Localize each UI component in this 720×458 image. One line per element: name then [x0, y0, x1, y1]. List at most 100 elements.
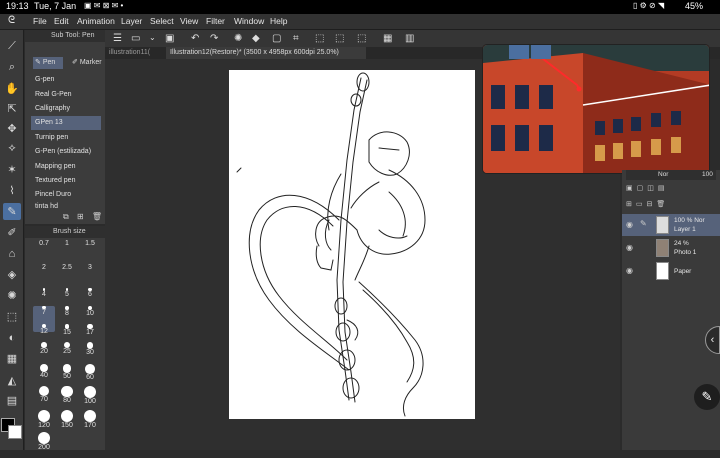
brush-size-dot	[38, 432, 50, 444]
hamburger-menu-icon[interactable]: ☰	[113, 33, 122, 44]
subtool-item[interactable]: Pincel Duro	[31, 188, 101, 202]
hand-icon[interactable]: ✋	[3, 80, 21, 97]
layer-row-layer1[interactable]: ◉ ✎ 100 % Nor Layer 1	[622, 214, 720, 236]
blend-mode-label[interactable]: Nor	[658, 171, 668, 178]
visibility-eye-icon[interactable]: ◉	[626, 243, 633, 252]
subtool-item[interactable]: Turnip pen	[31, 131, 101, 145]
lasso-icon[interactable]: ⟡	[3, 140, 21, 157]
menu-select[interactable]: Select	[150, 16, 174, 26]
brush-size-option[interactable]: 200	[33, 432, 55, 458]
new-file-icon[interactable]: ▭	[131, 33, 140, 44]
brush-size-option[interactable]: 0.7	[33, 240, 55, 266]
battery-level: 45%	[685, 1, 704, 11]
brush-size-option[interactable]: 3	[79, 264, 101, 290]
visibility-eye-icon[interactable]: ◉	[626, 266, 633, 275]
pen-icon[interactable]: ✎	[3, 203, 21, 220]
magic-wand-icon[interactable]: ✶	[3, 161, 21, 178]
pencil-icon[interactable]: ✐	[3, 224, 21, 241]
tab-illustration12[interactable]: Illustration12(Restore)* (3500 x 4958px …	[166, 47, 366, 59]
save-icon[interactable]: ▣	[165, 33, 174, 44]
brush-size-option[interactable]: 2.5	[56, 264, 78, 290]
crop-icon[interactable]: ⌗	[293, 33, 299, 44]
operation-icon[interactable]: ⇱	[3, 100, 21, 117]
ref-tool-brush-icon[interactable]	[531, 45, 551, 59]
eyedropper-icon[interactable]: ⌇	[3, 182, 21, 199]
brush-size-option[interactable]: 1	[56, 240, 78, 266]
sub-color-swatch[interactable]	[8, 425, 22, 439]
brush-size-dot	[40, 364, 48, 372]
move-icon[interactable]: ✥	[3, 120, 21, 137]
layer-clip-icon[interactable]: ▢	[637, 185, 648, 192]
subtool-item[interactable]: G-Pen (estilizada)	[31, 145, 101, 159]
clear-icon[interactable]: ✺	[234, 33, 242, 44]
layer-row-photo1[interactable]: ◉ 24 % Photo 1	[622, 237, 720, 259]
layer-mask-icon[interactable]: ▤	[658, 185, 669, 192]
subtool-item[interactable]: Real G-Pen	[31, 88, 101, 102]
subtool-item[interactable]: tinta hd	[31, 202, 101, 208]
grid-icon[interactable]: ▦	[383, 33, 392, 44]
brush-size-label: 17	[86, 329, 94, 337]
menu-help[interactable]: Help	[270, 16, 287, 26]
zoom-icon[interactable]: ⌕	[3, 59, 21, 76]
subtool-item-selected[interactable]: GPen 13	[31, 116, 101, 130]
menu-view[interactable]: View	[180, 16, 198, 26]
frame-icon[interactable]: ▦	[3, 350, 21, 367]
new-folder-icon[interactable]: ▭	[636, 201, 647, 208]
tab-illustration11[interactable]: illustration11(	[105, 47, 165, 59]
brush-size-option[interactable]: 80	[56, 386, 78, 412]
subtool-delete-icon[interactable]: 🗑	[92, 212, 102, 221]
tool-settings-icon[interactable]: ⟋	[3, 38, 21, 55]
delete-layer-icon[interactable]: 🗑	[656, 201, 669, 208]
merge-icon[interactable]: ⊟	[647, 201, 657, 208]
subtool-copy-icon[interactable]: ⧉	[63, 212, 69, 221]
opacity-value[interactable]: 100	[702, 171, 713, 178]
undo-icon[interactable]: ↶	[191, 33, 199, 44]
visibility-eye-icon[interactable]: ◉	[626, 220, 633, 229]
subtool-item[interactable]: G-pen	[31, 73, 101, 87]
fill-icon[interactable]: ◭	[3, 372, 21, 389]
app-logo-icon[interactable]: ᘓ	[8, 15, 15, 26]
invert-selection-icon[interactable]: ⬚	[335, 33, 344, 44]
brush-size-option[interactable]: 70	[33, 386, 55, 412]
menu-animation[interactable]: Animation	[77, 16, 115, 26]
brush-size-label: 2	[42, 264, 46, 271]
layer-ref-icon[interactable]: ◫	[647, 185, 658, 192]
deselect-icon[interactable]: ⬚	[315, 33, 324, 44]
tab-marker[interactable]: ✐ Marker	[70, 57, 105, 69]
brush-size-option[interactable]: 170	[79, 410, 101, 436]
brush-size-option[interactable]: 100	[79, 386, 101, 412]
airbrush-icon[interactable]: ◈	[3, 266, 21, 283]
tab-pen[interactable]: ✎ Pen	[33, 57, 63, 69]
menu-filter[interactable]: Filter	[206, 16, 225, 26]
blend-icon[interactable]: ◐	[3, 329, 21, 346]
new-layer-icon[interactable]: ⊞	[626, 201, 636, 208]
gradient-icon[interactable]: ▤	[3, 392, 21, 409]
brush-size-option[interactable]: 150	[56, 410, 78, 436]
selection-tool-icon[interactable]: ⬚	[357, 33, 366, 44]
brush-size-label: 100	[84, 398, 96, 405]
menu-layer[interactable]: Layer	[121, 16, 142, 26]
floating-pen-icon[interactable]: ✎	[694, 384, 720, 410]
ruler-icon[interactable]: ▥	[405, 33, 414, 44]
decoration-icon[interactable]: ✺	[3, 287, 21, 304]
layer-row-paper[interactable]: ◉ Paper	[622, 260, 720, 282]
brush-icon[interactable]: ⌂	[3, 245, 21, 262]
drawing-canvas[interactable]	[229, 70, 475, 419]
ref-tool-pen-icon[interactable]	[509, 45, 529, 59]
subtool-item[interactable]: Textured pen	[31, 174, 101, 188]
fill-layer-icon[interactable]: ◆	[252, 33, 260, 44]
menu-edit[interactable]: Edit	[54, 16, 69, 26]
reference-image-window[interactable]	[482, 44, 710, 174]
menu-window[interactable]: Window	[234, 16, 264, 26]
subtool-item[interactable]: Mapping pen	[31, 160, 101, 174]
eraser-icon[interactable]: ⬚	[3, 308, 21, 325]
subtool-item[interactable]: Calligraphy	[31, 102, 101, 116]
chevron-down-icon[interactable]: ⌄	[149, 33, 156, 42]
subtool-add-icon[interactable]: ⊞	[77, 212, 84, 221]
redo-icon[interactable]: ↷	[210, 33, 218, 44]
brush-size-option[interactable]: 1.5	[79, 240, 101, 266]
transform-icon[interactable]: ▢	[272, 33, 281, 44]
brush-size-option[interactable]: 2	[33, 264, 55, 290]
layer-lock-icon[interactable]: ▣	[626, 185, 637, 192]
menu-file[interactable]: File	[33, 16, 47, 26]
